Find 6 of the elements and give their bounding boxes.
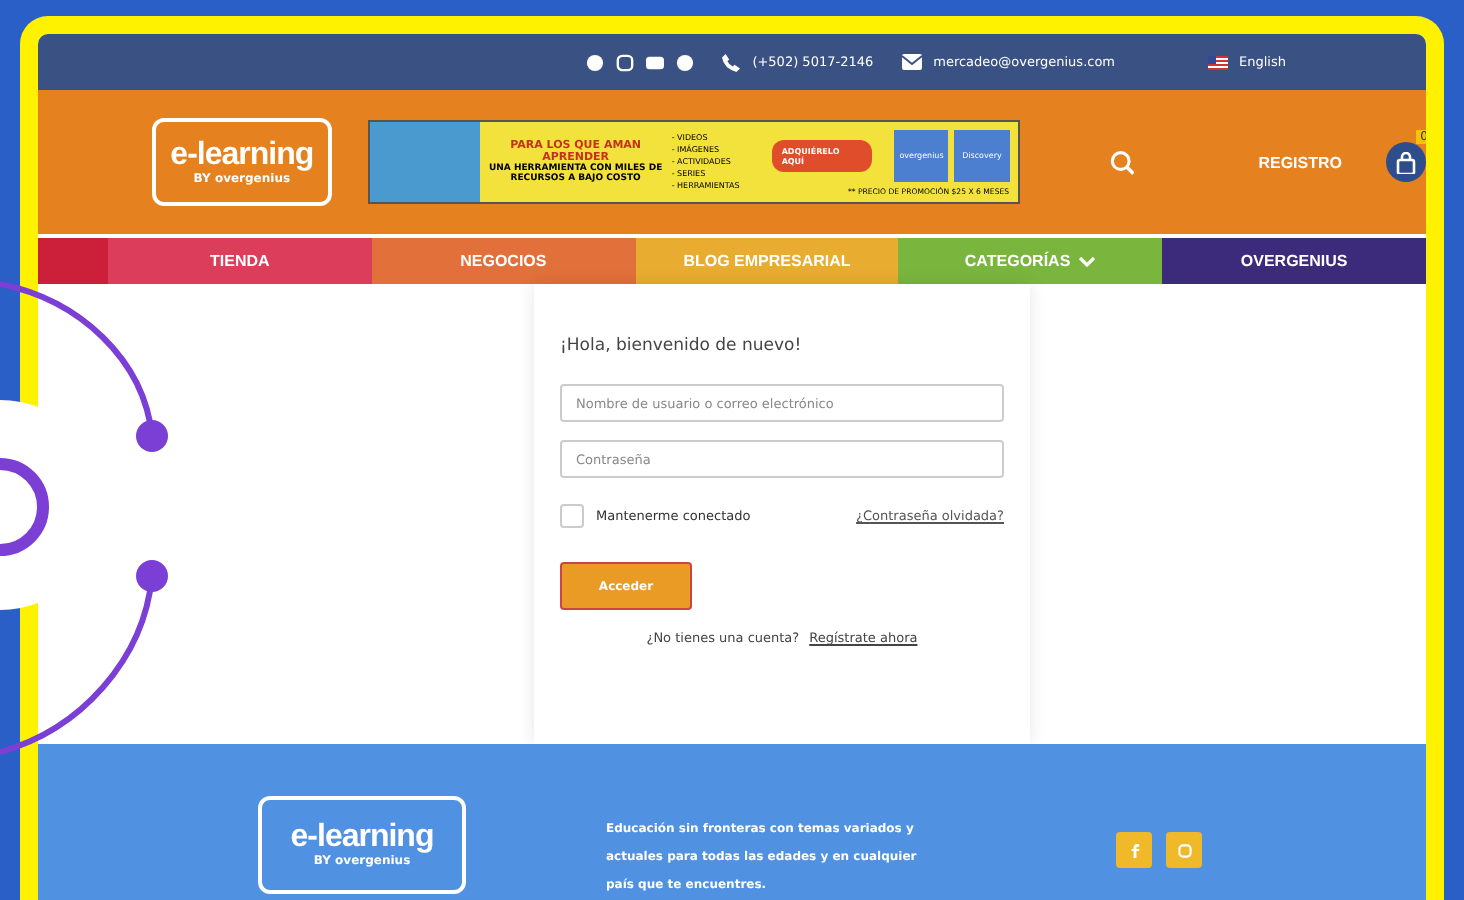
nav-tab[interactable]: NEGOCIOS — [371, 238, 636, 284]
register-link[interactable]: REGISTRO — [1258, 153, 1342, 171]
greeting-text: ¡Hola, bienvenido de nuevo! — [560, 336, 804, 356]
nav-tab[interactable]: CATEGORÍAS — [898, 238, 1163, 284]
nav-tab[interactable]: OVERGENIUS — [1162, 238, 1426, 284]
nav-tab[interactable]: TIENDA — [108, 238, 372, 284]
